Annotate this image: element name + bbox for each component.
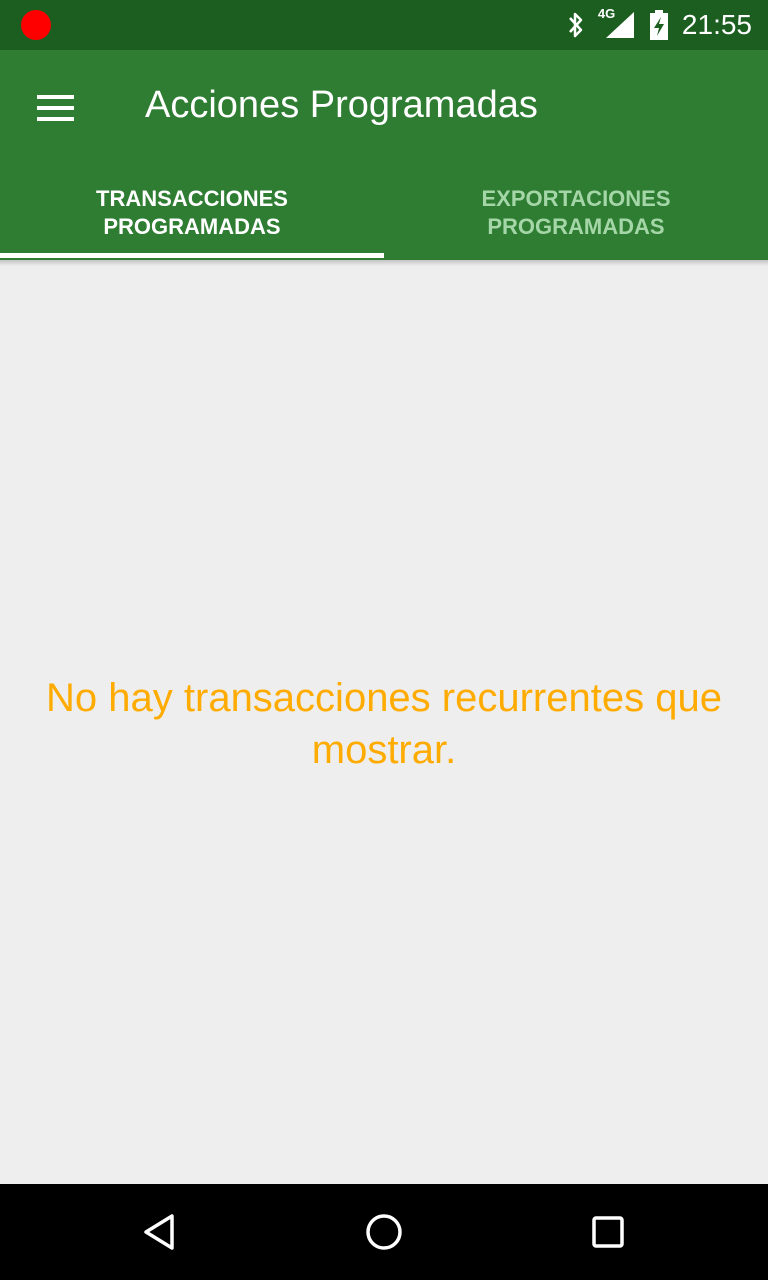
back-icon — [144, 1214, 174, 1250]
status-clock: 21:55 — [681, 9, 752, 40]
tab-scheduled-transactions[interactable]: TRANSACCIONES PROGRAMADAS — [0, 168, 384, 258]
system-nav-bar — [0, 1184, 768, 1280]
page-title: Acciones Programadas — [145, 84, 538, 126]
navigation-drawer-button[interactable] — [24, 80, 88, 136]
status-icons: 4G 21:55 — [566, 0, 752, 50]
recording-dot-icon — [21, 10, 51, 40]
status-bar: 4G 21:55 — [0, 0, 768, 50]
content-area: No hay transacciones recurrentes que mos… — [0, 260, 768, 1184]
back-button[interactable] — [130, 1204, 190, 1260]
home-icon — [366, 1214, 402, 1250]
tab-indicator — [0, 253, 384, 258]
home-button[interactable] — [354, 1204, 414, 1260]
app-bar: Acciones Programadas TRANSACCIONES PROGR… — [0, 50, 768, 260]
tab-label: TRANSACCIONES PROGRAMADAS — [96, 186, 288, 239]
bluetooth-icon — [566, 10, 586, 40]
tab-bar: TRANSACCIONES PROGRAMADAS EXPORTACIONES … — [0, 168, 768, 258]
hamburger-menu-icon — [37, 95, 74, 121]
tab-scheduled-exports[interactable]: EXPORTACIONES PROGRAMADAS — [384, 168, 768, 258]
screen: 4G 21:55 Acciones Programadas TRANSACCIO… — [0, 0, 768, 1280]
battery-charging-icon — [648, 9, 670, 41]
recents-button[interactable] — [578, 1204, 638, 1260]
tab-label: EXPORTACIONES PROGRAMADAS — [481, 186, 671, 239]
network-type-label: 4G — [597, 6, 616, 21]
signal-icon: 4G — [598, 6, 636, 40]
recents-icon — [592, 1216, 624, 1248]
empty-state-message: No hay transacciones recurrentes que mos… — [46, 676, 722, 772]
